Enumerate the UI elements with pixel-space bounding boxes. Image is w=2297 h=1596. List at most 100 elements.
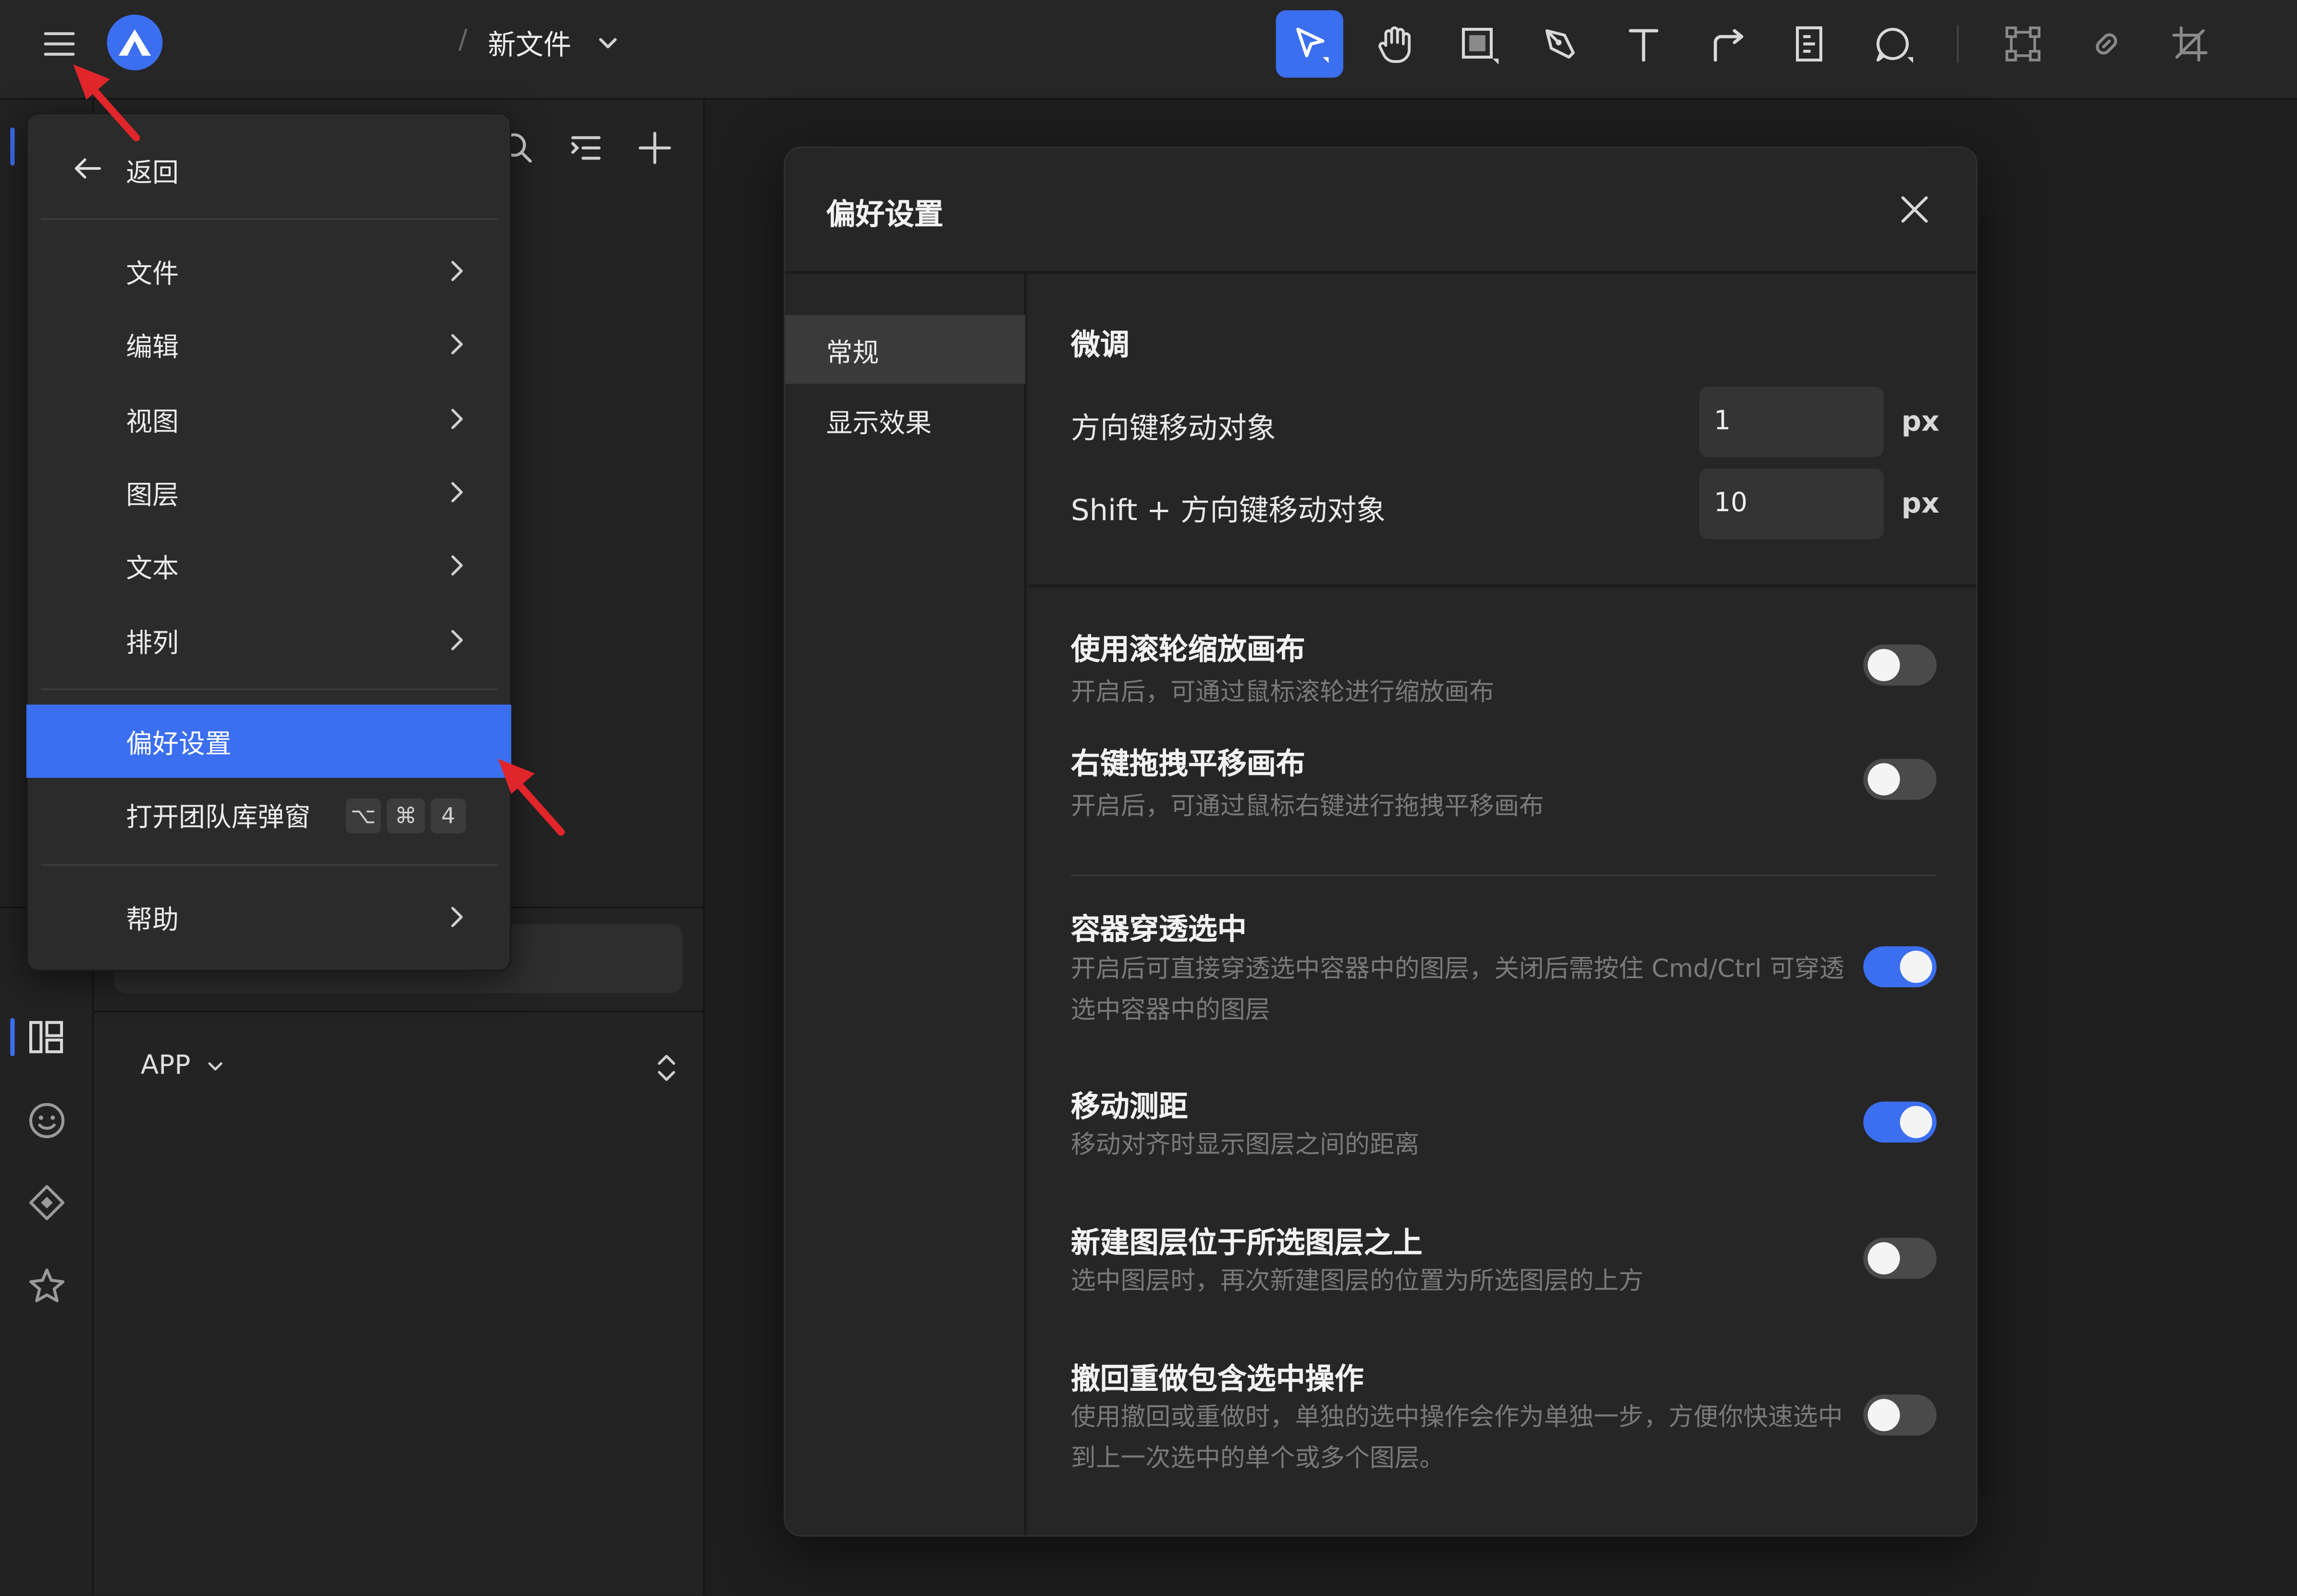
menu-back-label: 返回 <box>126 158 179 189</box>
shortcut-command-key: ⌘ <box>386 798 425 834</box>
dialog-title: 偏好设置 <box>826 196 944 232</box>
shift-nudge-label: Shift + 方向键移动对象 <box>1070 492 1386 528</box>
toggle-wheel-zoom[interactable] <box>1863 644 1937 686</box>
toggle-knob <box>1867 1242 1900 1275</box>
toolbar-divider <box>1957 25 1959 63</box>
menu-item-help[interactable] <box>26 880 511 953</box>
shift-nudge-unit: px <box>1901 488 1940 520</box>
emoji-icon[interactable] <box>26 1100 67 1141</box>
option-desc-undo-selection: 使用撤回或重做时，单独的选中操作会作为单独一步，方便你快速选中到上一次选中的单个… <box>1070 1403 1843 1474</box>
add-icon[interactable] <box>637 130 672 165</box>
option-title-undo-selection: 撤回重做包含选中操作 <box>1070 1361 1364 1396</box>
option-desc-new-layer-above: 选中图层时，再次新建图层的位置为所选图层的上方 <box>1070 1267 1644 1297</box>
menu-item-help-label: 帮助 <box>126 905 179 936</box>
nudge-unit: px <box>1901 405 1940 438</box>
menu-item-layer-label: 图层 <box>126 480 179 512</box>
toggle-undo-selection[interactable] <box>1863 1394 1937 1436</box>
section-title-nudge: 微调 <box>1070 326 1130 362</box>
preferences-nav <box>785 274 1027 1535</box>
chevron-down-icon[interactable] <box>204 1055 227 1078</box>
chevron-right-icon <box>442 405 472 434</box>
option-desc-measure: 移动对齐时显示图层之间的距离 <box>1070 1130 1420 1160</box>
frame-tool-icon[interactable] <box>1444 10 1511 77</box>
menu-item-edit[interactable] <box>26 307 511 381</box>
file-name[interactable]: 新文件 <box>488 24 571 63</box>
toggle-new-layer-above[interactable] <box>1863 1238 1937 1279</box>
hamburger-menu-icon[interactable] <box>41 26 79 61</box>
option-title-container-penetrate: 容器穿透选中 <box>1070 911 1247 946</box>
menu-item-preferences-label: 偏好设置 <box>126 729 232 761</box>
menu-item-team-library-label: 打开团队库弹窗 <box>126 802 311 834</box>
hand-tool-icon[interactable] <box>1361 10 1428 77</box>
plugin-star-icon[interactable] <box>26 1265 67 1306</box>
menu-item-file-label: 文件 <box>126 259 179 290</box>
section-divider <box>1028 584 1977 588</box>
menu-item-preferences[interactable] <box>26 704 512 778</box>
shortcut-4-key: 4 <box>430 798 466 834</box>
menu-item-edit-label: 编辑 <box>126 332 179 364</box>
chevron-down-icon[interactable] <box>593 29 623 59</box>
menu-item-arrange-label: 排列 <box>126 628 179 660</box>
app-page-select[interactable]: APP <box>141 1050 191 1081</box>
app-select-label: APP <box>140 1050 191 1081</box>
option-divider <box>1070 874 1937 876</box>
toggle-knob <box>1867 649 1900 681</box>
menu-separator <box>41 688 498 690</box>
active-indicator <box>10 1018 15 1056</box>
connector-tool-icon[interactable] <box>1694 10 1761 77</box>
option-title-new-layer-above: 新建图层位于所选图层之上 <box>1070 1224 1423 1260</box>
close-icon[interactable] <box>1897 192 1932 227</box>
toggle-measure[interactable] <box>1863 1101 1937 1143</box>
option-desc-wheel-zoom: 开启后，可通过鼠标滚轮进行缩放画布 <box>1070 678 1494 708</box>
option-title-wheel-zoom: 使用滚轮缩放画布 <box>1070 631 1305 667</box>
option-title-measure: 移动测距 <box>1070 1088 1188 1124</box>
tab-general[interactable] <box>785 315 1026 384</box>
chevron-right-icon <box>442 551 472 580</box>
select-tool-icon[interactable] <box>1276 10 1343 78</box>
toggle-knob <box>1900 1105 1932 1139</box>
toggle-right-drag-pan[interactable] <box>1863 759 1937 800</box>
annotation-arrow-icon <box>491 750 578 844</box>
crop-icon[interactable] <box>2156 10 2223 77</box>
tab-general-label: 常规 <box>826 338 879 369</box>
menu-item-text[interactable] <box>26 529 511 602</box>
nudge-label: 方向键移动对象 <box>1070 410 1276 445</box>
menu-item-layer[interactable] <box>26 455 511 528</box>
component-diamond-icon[interactable] <box>26 1182 67 1223</box>
component-tool-icon[interactable] <box>1775 10 1843 77</box>
option-title-right-drag-pan: 右键拖拽平移画布 <box>1070 745 1305 781</box>
panel-separator <box>94 1010 703 1012</box>
chevron-right-icon <box>442 478 472 507</box>
menu-separator <box>41 864 498 866</box>
breadcrumb-separator: / <box>458 25 467 56</box>
chevron-right-icon <box>442 626 472 655</box>
menu-item-text-label: 文本 <box>126 553 179 585</box>
toggle-knob <box>1867 1399 1900 1431</box>
arrow-left-icon <box>72 152 104 184</box>
expand-collapse-icon[interactable] <box>652 1052 681 1084</box>
comment-tool-icon[interactable] <box>1859 10 1926 77</box>
link-icon[interactable] <box>2073 10 2140 77</box>
nudge-value: 1 <box>1714 405 1731 437</box>
toggle-knob <box>1867 763 1900 796</box>
active-indicator <box>10 127 15 166</box>
chevron-right-icon <box>442 330 472 359</box>
toggle-container-penetrate[interactable] <box>1863 946 1937 988</box>
annotation-arrow-icon <box>66 59 154 149</box>
pen-tool-icon[interactable] <box>1526 10 1594 77</box>
menu-item-file[interactable] <box>26 234 511 307</box>
shift-nudge-value: 10 <box>1714 488 1748 519</box>
toggle-knob <box>1900 950 1932 983</box>
outline-list-icon[interactable] <box>568 130 603 165</box>
menu-item-view[interactable] <box>26 382 511 455</box>
menu-item-view-label: 视图 <box>126 407 179 438</box>
text-tool-icon[interactable] <box>1610 10 1677 77</box>
assets-panel-icon[interactable] <box>26 1018 67 1056</box>
menu-item-arrange[interactable] <box>26 603 511 676</box>
chevron-right-icon <box>442 257 472 286</box>
chevron-right-icon <box>442 902 472 932</box>
shortcut-option-key: ⌥ <box>345 798 381 834</box>
tab-display-label: 显示效果 <box>826 408 932 440</box>
vector-bounds-icon[interactable] <box>1990 10 2057 77</box>
option-desc-container-penetrate: 开启后可直接穿透选中容器中的图层，关闭后需按住 Cmd/Ctrl 可穿透选中容器… <box>1070 955 1844 1026</box>
